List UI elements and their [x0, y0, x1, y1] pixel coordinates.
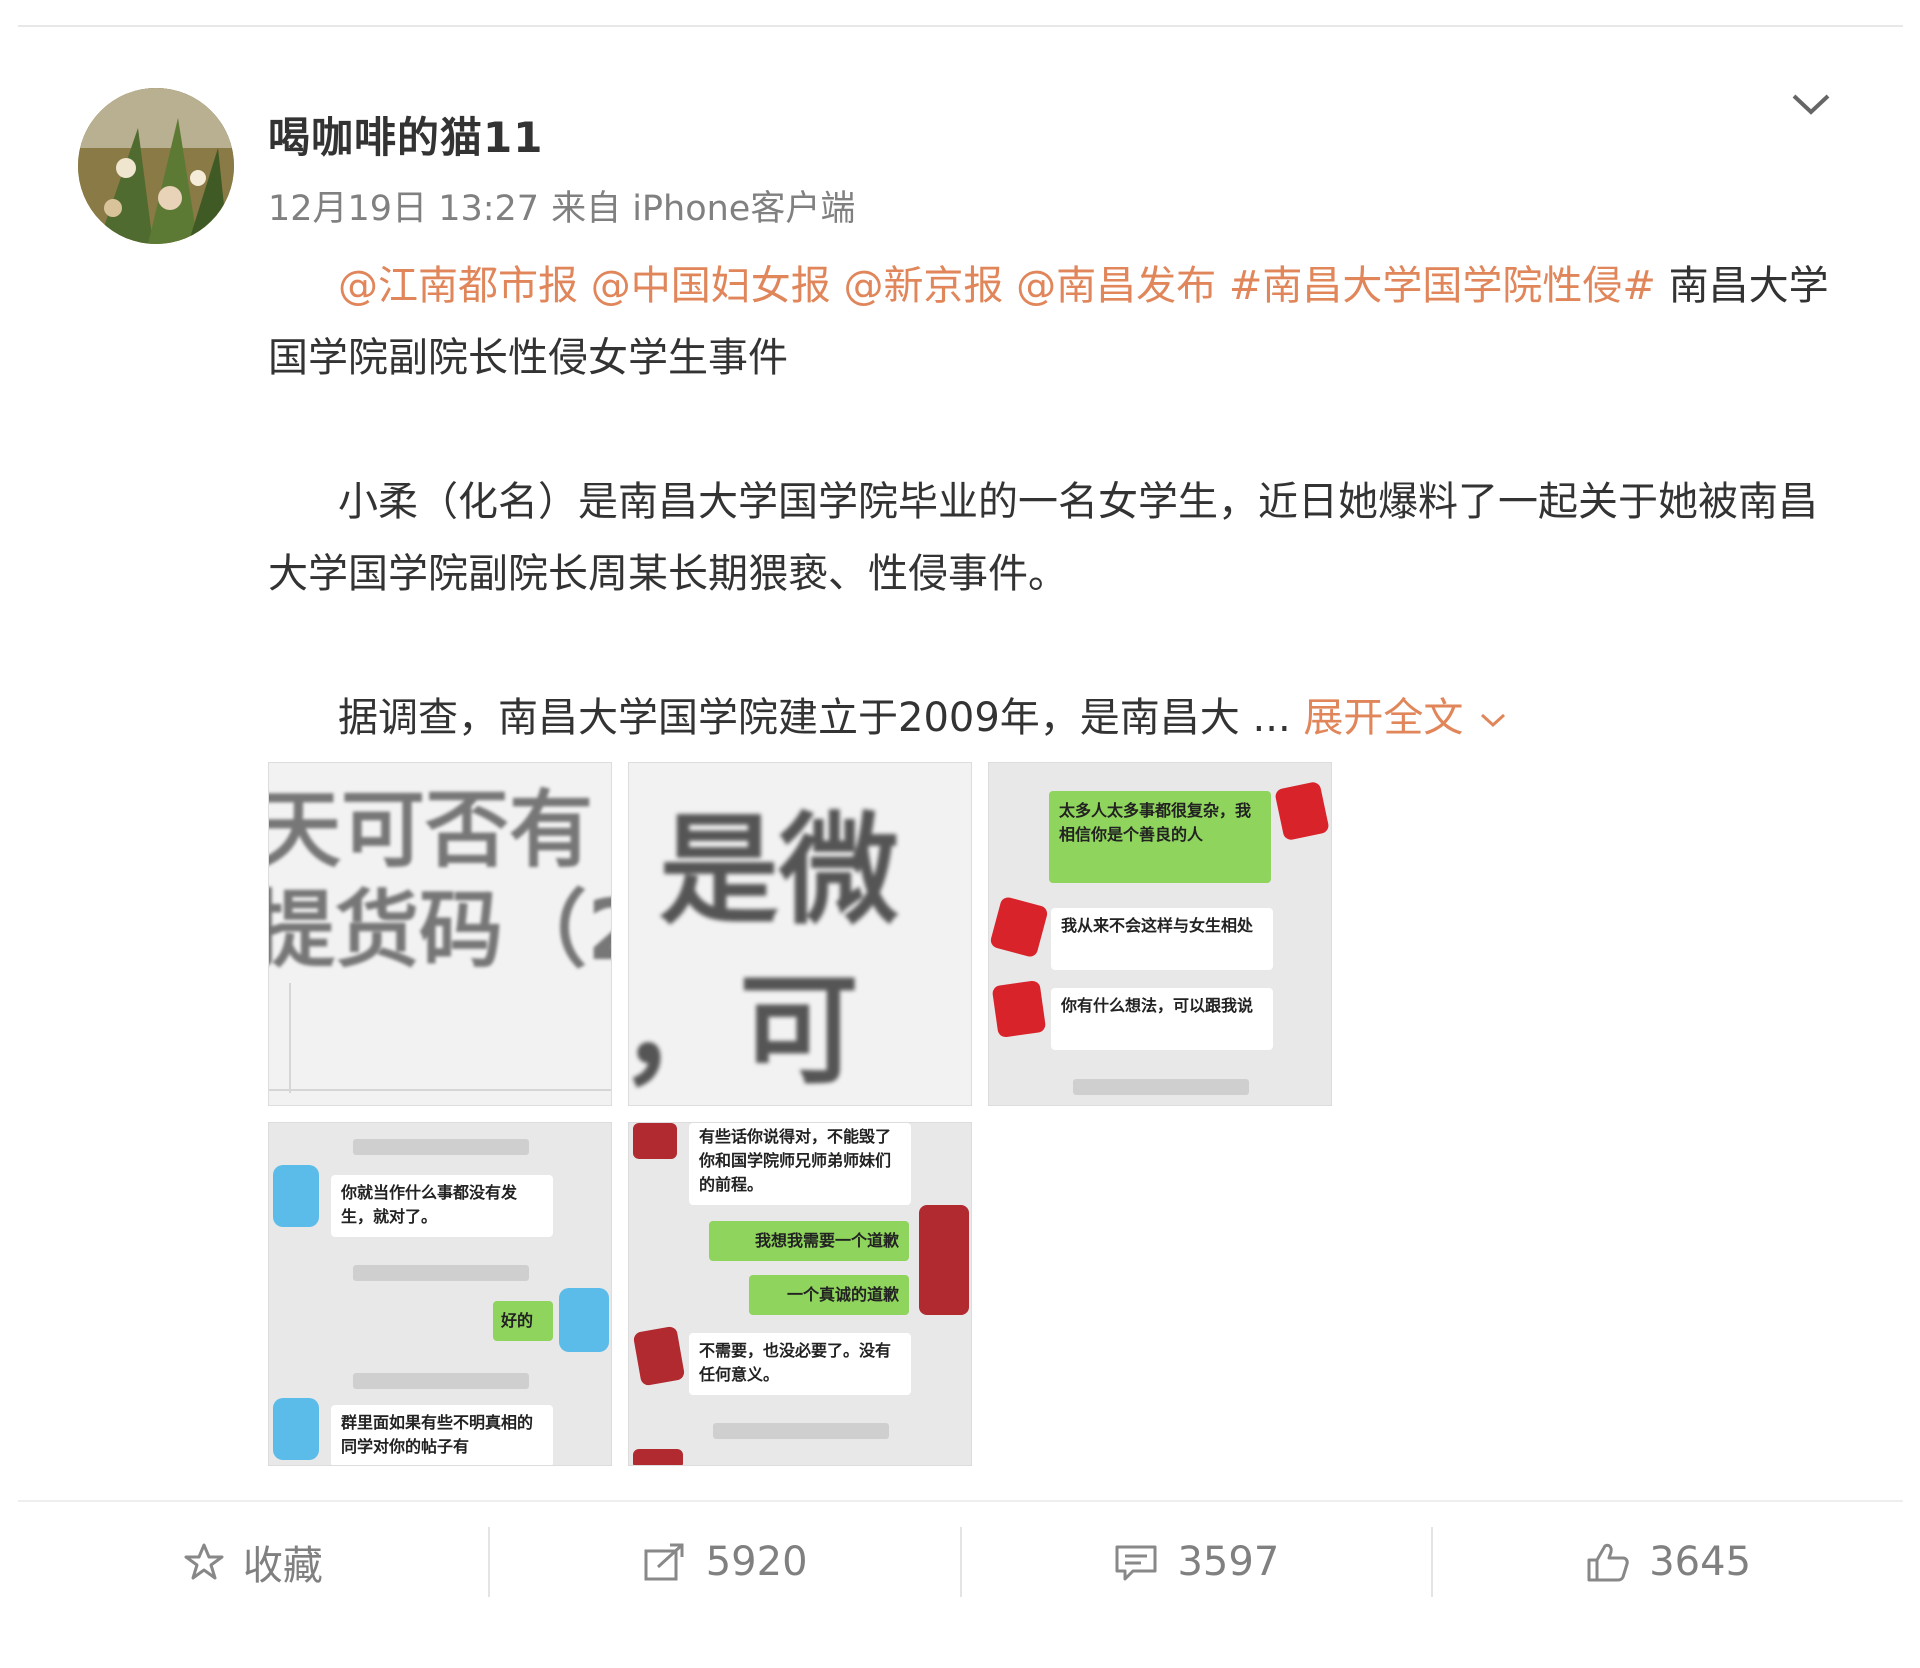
thumbs-up-icon	[1587, 1543, 1629, 1582]
expand-full-text-link[interactable]: 展开全文	[1303, 695, 1510, 741]
image-thumbnail[interactable]: 天可否有 提货码（2	[268, 762, 612, 1106]
favorite-button[interactable]: 收藏	[18, 1502, 488, 1622]
favorite-label: 收藏	[242, 1543, 323, 1589]
post-paragraph-truncated: 据调查，南昌大学国学院建立于2009年，是南昌大 ... 展开全文	[268, 682, 1848, 754]
repost-button[interactable]: 5920	[490, 1502, 960, 1622]
comment-icon	[1115, 1545, 1157, 1581]
image-thumbnail[interactable]: 是微 ，可	[628, 762, 972, 1106]
mention-link[interactable]: @南昌发布	[1016, 263, 1216, 309]
star-icon	[184, 1543, 224, 1580]
post-date[interactable]: 12月19日 13:27	[268, 189, 539, 229]
comment-button[interactable]: 3597	[962, 1502, 1432, 1622]
action-bar: 收藏 5920 3597 3645	[18, 1502, 1903, 1622]
image-thumbnail[interactable]: 太多人太多事都很复杂，我相信你是个善良的人 我从来不会这样与女生相处 你有什么想…	[988, 762, 1332, 1106]
avatar-image	[78, 88, 234, 244]
post-meta: 12月19日 13:27 来自 iPhone客户端	[268, 180, 867, 231]
like-count: 3645	[1649, 1539, 1752, 1585]
avatar[interactable]	[78, 88, 234, 244]
post-source[interactable]: 来自 iPhone客户端	[551, 189, 855, 229]
chevron-down-icon[interactable]	[1788, 86, 1834, 122]
top-divider	[18, 25, 1903, 27]
post-headline: @江南都市报 @中国妇女报 @新京报 @南昌发布 #南昌大学国学院性侵# 南昌大…	[268, 250, 1848, 394]
mention-link[interactable]: @中国妇女报	[591, 263, 831, 309]
hashtag-link[interactable]: #南昌大学国学院性侵#	[1229, 263, 1656, 309]
chevron-down-icon	[1481, 713, 1506, 728]
image-thumbnail[interactable]: 有些话你说得对，不能毁了你和国学院师兄师弟师妹们的前程。 我想我需要一个道歉 一…	[628, 1122, 972, 1466]
mention-link[interactable]: @新京报	[843, 263, 1003, 309]
image-thumbnail[interactable]: 你就当作什么事都没有发生，就对了。 好的 群里面如果有些不明真相的同学对你的帖子…	[268, 1122, 612, 1466]
username[interactable]: 喝咖啡的猫11	[268, 104, 543, 165]
like-button[interactable]: 3645	[1433, 1502, 1903, 1622]
post-body: @江南都市报 @中国妇女报 @新京报 @南昌发布 #南昌大学国学院性侵# 南昌大…	[268, 250, 1848, 754]
share-icon	[644, 1543, 684, 1581]
post-paragraph: 小柔（化名）是南昌大学国学院毕业的一名女学生，近日她爆料了一起关于她被南昌大学国…	[268, 479, 1818, 597]
repost-count: 5920	[705, 1539, 808, 1585]
comment-count: 3597	[1177, 1539, 1280, 1585]
mention-link[interactable]: @江南都市报	[338, 263, 578, 309]
